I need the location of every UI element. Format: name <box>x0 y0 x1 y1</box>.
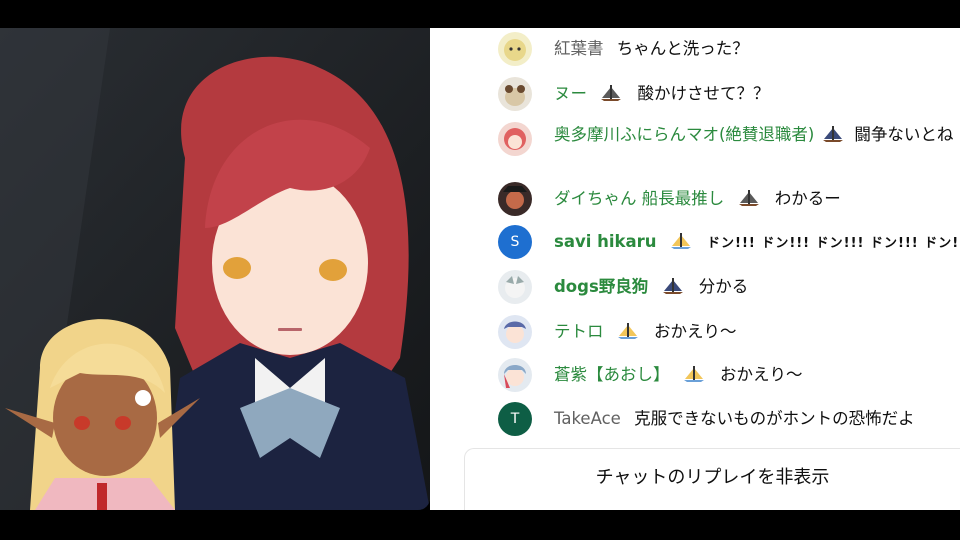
chat-message-line: テトロ おかえり～ <box>554 321 960 343</box>
chat-footer: チャットのリプレイを非表示 <box>464 448 960 510</box>
member-ship-badge-icon <box>617 322 639 340</box>
chat-message-text: 克服できないものがホントの恐怖だよ <box>634 409 915 428</box>
member-ship-badge-icon <box>670 232 692 250</box>
avatar-tetoro[interactable] <box>498 315 532 349</box>
member-ship-badge-icon <box>662 277 684 295</box>
chat-author-name[interactable]: dogs野良狗 <box>554 277 648 296</box>
chat-message-text: 分かる <box>698 277 749 296</box>
chat-author-name[interactable]: ダイちゃん 船長最推し <box>554 189 724 208</box>
avatar-savi[interactable]: S <box>498 225 532 259</box>
chat-message-line: 紅葉書 ちゃんと洗った？ <box>554 38 960 60</box>
avatar-nu[interactable] <box>498 77 532 111</box>
member-ship-badge-icon <box>600 84 622 102</box>
panel-gutter <box>430 28 464 510</box>
chat-message-line: ダイちゃん 船長最推し わかるー <box>554 188 960 210</box>
avatar-aoshi[interactable] <box>498 358 532 392</box>
avatar-dogs[interactable] <box>498 270 532 304</box>
chat-message-line: TakeAce 克服できないものがホントの恐怖だよ <box>554 408 960 430</box>
bottom-letterbox <box>0 510 960 540</box>
chat-message-text: 酸かけさせて？？ <box>637 84 770 103</box>
avatar-takeace[interactable]: T <box>498 402 532 436</box>
chat-author-name[interactable]: savi hikaru <box>554 232 657 251</box>
chat-author-name[interactable]: TakeAce <box>554 409 621 428</box>
chat-message-line: 蒼紫【あおし】 おかえり～ <box>554 364 960 386</box>
chat-message-text: 闘争ないとね <box>854 125 954 144</box>
member-ship-badge-icon <box>683 365 705 383</box>
member-ship-badge-icon <box>822 125 844 143</box>
live-chat-panel: 紅葉書 ちゃんと洗った？ ヌー 酸かけさせて？？ 奥多摩川ふにらんマオ(絶賛退職… <box>464 28 960 510</box>
video-player[interactable] <box>0 28 430 510</box>
chat-message-line: ヌー 酸かけさせて？？ <box>554 83 960 105</box>
chat-message-text: おかえり～ <box>654 322 737 341</box>
avatar-okutama[interactable] <box>498 122 532 156</box>
member-ship-badge-icon <box>738 189 760 207</box>
chat-author-name[interactable]: ヌー <box>554 84 587 103</box>
chat-author-name[interactable]: 紅葉書 <box>554 39 604 58</box>
chat-message-text: ドン!!! ドン!!! ドン!!! ドン!!! ドン!!! ドン!!! <box>707 236 960 251</box>
hide-chat-replay-button[interactable]: チャットのリプレイを非表示 <box>465 463 960 489</box>
chat-message-text: ちゃんと洗った？ <box>616 39 749 58</box>
top-letterbox <box>0 0 960 28</box>
chat-message-line: dogs野良狗 分かる <box>554 276 960 298</box>
video-frame <box>0 28 430 510</box>
chat-author-name[interactable]: 奥多摩川ふにらんマオ(絶賛退職者) <box>554 125 814 144</box>
chat-message-text: わかるー <box>774 189 841 208</box>
chat-author-name[interactable]: テトロ <box>554 322 604 341</box>
avatar-daichan[interactable] <box>498 182 532 216</box>
chat-message-line: 奥多摩川ふにらんマオ(絶賛退職者) 闘争ないとね <box>554 124 960 146</box>
avatar-kouyousho[interactable] <box>498 32 532 66</box>
chat-author-name[interactable]: 蒼紫【あおし】 <box>554 365 670 384</box>
chat-message-text: おかえり～ <box>720 365 803 384</box>
chat-message-line: savi hikaru ドン!!! ドン!!! ドン!!! ドン!!! ドン!!… <box>554 231 960 255</box>
